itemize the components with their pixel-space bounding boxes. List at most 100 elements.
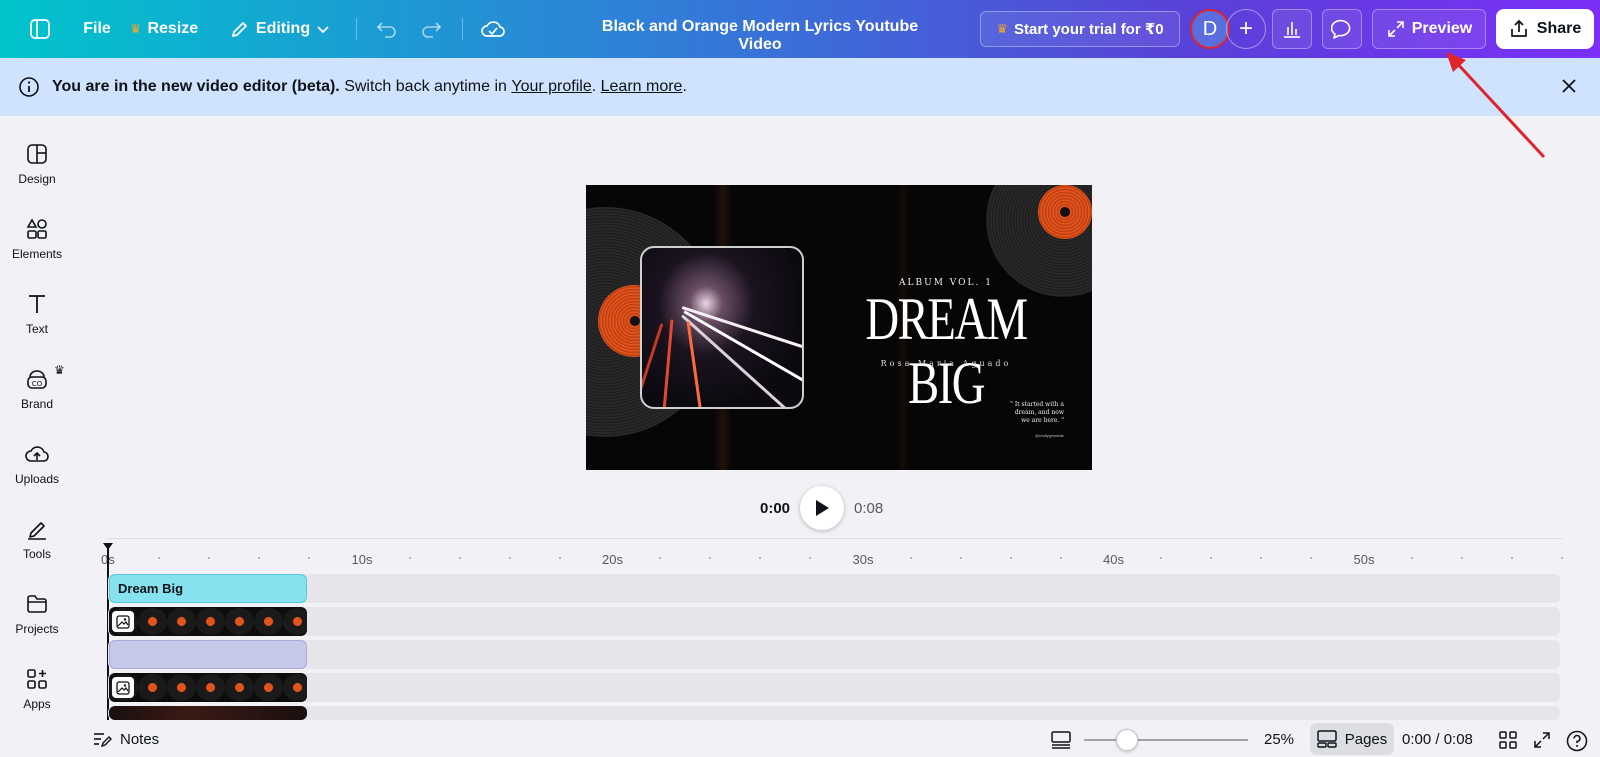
vinyl-center (630, 316, 640, 326)
pages-label: Pages (1344, 730, 1388, 748)
sidebar-item-apps[interactable]: Apps (0, 661, 74, 723)
clip-thumbnail (225, 674, 254, 701)
timeline-view-button[interactable] (1050, 730, 1072, 755)
timeline-view-icon (1051, 731, 1071, 749)
sidebar-item-brand[interactable]: ♛ CO Brand (0, 361, 74, 423)
beta-banner: You are in the new video editor (beta). … (0, 58, 1600, 116)
timeline-track[interactable] (108, 706, 1560, 720)
ruler-tick-label: 40s (1103, 552, 1124, 567)
sidebar-item-uploads[interactable]: Uploads (0, 436, 74, 498)
zoom-slider-track[interactable] (1084, 739, 1248, 741)
document-title[interactable]: Black and Orange Modern Lyrics Youtube V… (580, 18, 940, 54)
ruler-tick-mark (1160, 557, 1163, 559)
play-button[interactable] (800, 486, 845, 530)
clip-thumbnail (225, 608, 254, 635)
save-status-button[interactable] (478, 11, 508, 47)
sidebar-item-projects[interactable]: Projects (0, 586, 74, 648)
start-trial-button[interactable]: ♛ Start your trial for ₹0 (980, 11, 1180, 47)
vinyl-image-clip[interactable] (109, 673, 307, 702)
ruler-tick-mark (1260, 557, 1263, 559)
ruler-tick-mark (1460, 557, 1463, 559)
preview-label: Preview (1411, 20, 1473, 37)
redo-icon (422, 22, 442, 38)
timeline-divider (106, 538, 1562, 539)
editing-label: Editing (255, 20, 311, 37)
top-bar: File ♛ Resize Editing Black and Orange M… (0, 0, 1600, 58)
redo-button[interactable] (416, 11, 446, 47)
close-banner-button[interactable] (1558, 75, 1580, 102)
ruler-tick-mark (1410, 557, 1413, 559)
text-clip-dream-big[interactable]: Dream Big (109, 574, 307, 603)
trial-label: Start your trial for ₹0 (1014, 21, 1164, 38)
notes-button[interactable]: Notes (92, 730, 159, 748)
add-collaborator-button[interactable]: + (1226, 9, 1266, 49)
sidebar-item-text[interactable]: Text (0, 286, 74, 348)
file-menu-button[interactable]: File (74, 11, 120, 47)
clip-thumbnail (167, 608, 196, 635)
info-icon (18, 76, 40, 98)
grid-view-button[interactable] (1498, 730, 1518, 755)
clip-thumbnail (138, 674, 167, 701)
cloud-check-icon (481, 21, 505, 37)
highway-photo (640, 246, 804, 409)
timeline-track[interactable] (108, 574, 1560, 603)
annotation-arrow (1446, 52, 1546, 159)
time-readout: 0:00 / 0:08 (1402, 731, 1473, 748)
current-time: 0:00 (760, 499, 791, 517)
sidebar-item-design[interactable]: Design (0, 136, 74, 198)
share-button[interactable]: Share (1496, 9, 1594, 49)
learn-more-link[interactable]: Learn more (601, 78, 683, 96)
sidebar-item-label: Uploads (14, 472, 60, 486)
pencil-icon (231, 22, 247, 37)
close-icon (1562, 79, 1576, 93)
fullscreen-button[interactable] (1532, 730, 1552, 755)
zoom-slider-handle[interactable] (1116, 729, 1138, 751)
timeline-track[interactable] (108, 607, 1560, 636)
upload-share-icon (1510, 19, 1527, 37)
ruler-tick-mark (158, 557, 161, 559)
timeline-track[interactable] (108, 640, 1560, 669)
avatar[interactable]: D (1190, 9, 1230, 49)
elements-icon (26, 218, 47, 239)
editing-mode-button[interactable]: Editing (224, 11, 336, 47)
resize-button[interactable]: ♛ Resize (128, 11, 200, 47)
ruler-tick-label: 20s (602, 552, 623, 567)
ruler-tick-mark (1310, 557, 1313, 559)
ruler-tick-mark (959, 557, 962, 559)
video-clip[interactable] (109, 706, 307, 720)
pages-button[interactable]: Pages (1310, 723, 1394, 755)
image-icon (112, 611, 134, 632)
clip-thumbnail (138, 608, 167, 635)
undo-button[interactable] (372, 11, 402, 47)
grid-icon (1499, 731, 1517, 749)
comments-button[interactable] (1322, 9, 1362, 49)
ruler-tick-label: 30s (852, 552, 874, 567)
sidebar-toggle-button[interactable] (22, 11, 58, 47)
clip-thumbnail (167, 674, 196, 701)
play-icon (816, 500, 830, 516)
ruler-tick-mark (759, 557, 762, 559)
clip-thumbnail (254, 608, 283, 635)
ruler-tick-mark (809, 557, 812, 559)
text-icon (29, 295, 45, 313)
bottom-bar: Notes 25% Pages 0:00 / 0:08 (74, 722, 1600, 757)
social-handle: @reallygreatsite (1035, 433, 1064, 438)
insights-button[interactable] (1272, 9, 1312, 49)
notes-icon (94, 733, 112, 748)
your-profile-link[interactable]: Your profile (511, 78, 591, 96)
texture-clip[interactable] (109, 640, 307, 669)
sidebar-item-tools[interactable]: Tools (0, 511, 74, 573)
zoom-level[interactable]: 25% (1264, 731, 1294, 748)
design-canvas[interactable]: ALBUM VOL. 1 DREAM BIG Rosa Maria Aguado… (586, 185, 1092, 470)
sidebar-item-elements[interactable]: Elements (0, 211, 74, 273)
sidebar-item-label: Projects (15, 622, 59, 636)
preview-button[interactable]: Preview (1372, 9, 1486, 49)
design-icon (27, 144, 47, 164)
sidebar-item-label: Design (18, 172, 56, 186)
help-button[interactable] (1566, 730, 1588, 757)
light-streak (660, 319, 674, 407)
brand-icon: CO (27, 370, 47, 389)
timeline-track[interactable] (108, 673, 1560, 702)
vinyl-image-clip[interactable] (109, 607, 307, 636)
dream-big-headline: DREAM BIG (865, 286, 1028, 416)
